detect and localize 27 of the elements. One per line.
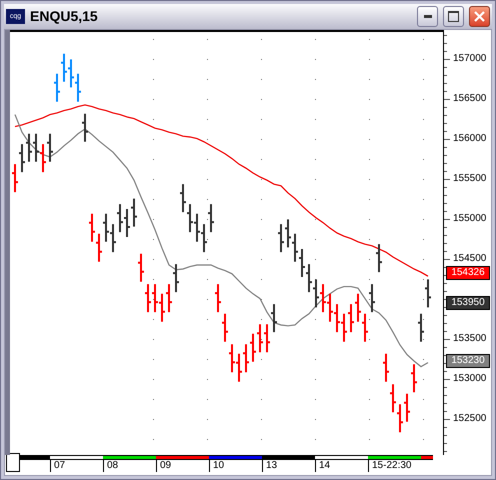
price-label: 154500 xyxy=(453,252,486,265)
time-label: 10 xyxy=(209,460,262,472)
time-label: 14 xyxy=(315,460,368,472)
time-label: 08 xyxy=(103,460,156,472)
minimize-icon xyxy=(424,15,432,18)
price-label: 155000 xyxy=(453,212,486,225)
time-label: 15-22:30 xyxy=(368,460,421,472)
minimize-button[interactable] xyxy=(417,6,438,27)
time-label: 13 xyxy=(262,460,315,472)
time-label: 09 xyxy=(156,460,209,472)
price-label: 156000 xyxy=(453,132,486,145)
price-label: 157000 xyxy=(453,52,486,65)
price-label: 155500 xyxy=(453,172,486,185)
maximize-button[interactable] xyxy=(443,6,464,27)
scroll-handle[interactable] xyxy=(6,453,20,472)
price-badge: 153230 xyxy=(446,354,490,368)
close-icon xyxy=(474,11,485,22)
close-button[interactable] xyxy=(469,6,490,27)
price-label: 153000 xyxy=(453,372,486,385)
price-label: 156500 xyxy=(453,92,486,105)
time-label: 07 xyxy=(50,460,103,472)
maximize-icon xyxy=(448,11,459,22)
price-badge: 153950 xyxy=(446,296,490,310)
price-label: 152500 xyxy=(453,412,486,425)
price-badge: 154326 xyxy=(446,266,490,280)
window-title: ENQU5,15 xyxy=(30,7,99,26)
price-label: 153500 xyxy=(453,332,486,345)
